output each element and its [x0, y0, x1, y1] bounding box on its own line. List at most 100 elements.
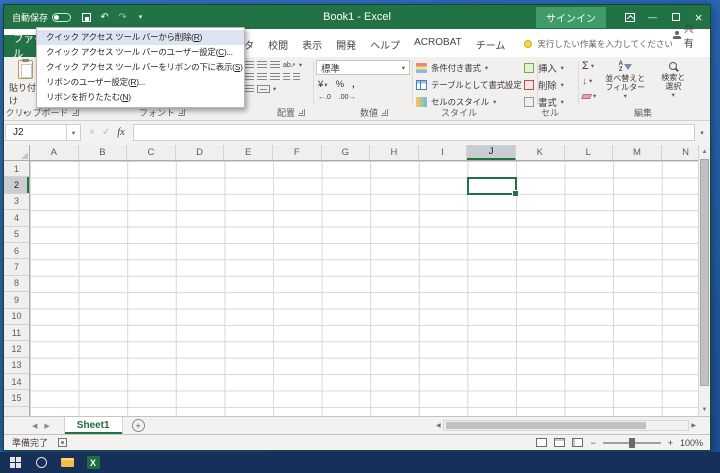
conditional-formatting-button[interactable]: 条件付き書式	[416, 60, 529, 75]
row-header-1[interactable]: 1	[4, 161, 29, 177]
decrease-decimal-button[interactable]	[339, 94, 356, 101]
save-button[interactable]	[78, 8, 95, 26]
close-button[interactable]	[687, 5, 710, 29]
vertical-scrollbar-thumb[interactable]	[700, 159, 709, 386]
clear-button[interactable]	[582, 90, 596, 102]
row-header-6[interactable]: 6	[4, 243, 29, 259]
sign-in-button[interactable]: サインイン	[536, 7, 606, 28]
column-header-M[interactable]: M	[613, 145, 662, 160]
wrap-text-icon[interactable]	[244, 85, 254, 93]
row-header-9[interactable]: 9	[4, 292, 29, 308]
scroll-left-icon[interactable]	[436, 422, 441, 429]
column-header-G[interactable]: G	[322, 145, 371, 160]
autosum-button[interactable]	[582, 60, 596, 72]
sort-filter-button[interactable]: AZ 並べ替えと フィルター	[602, 60, 648, 102]
column-header-E[interactable]: E	[224, 145, 273, 160]
align-bottom-icon[interactable]	[270, 61, 280, 69]
formula-input[interactable]	[133, 124, 695, 141]
decrease-indent-icon[interactable]	[283, 73, 290, 81]
normal-view-button[interactable]	[536, 438, 547, 447]
increase-indent-icon[interactable]	[293, 73, 300, 81]
row-header-8[interactable]: 8	[4, 276, 29, 292]
column-header-F[interactable]: F	[273, 145, 322, 160]
column-header-B[interactable]: B	[79, 145, 128, 160]
select-all-corner[interactable]	[4, 145, 30, 161]
row-header-12[interactable]: 12	[4, 341, 29, 357]
dialog-launcher-icon[interactable]	[298, 109, 305, 116]
comma-format-button[interactable]	[352, 79, 355, 90]
sheet-next-icon[interactable]	[44, 422, 49, 430]
find-select-button[interactable]: 検索と 選択	[654, 60, 692, 102]
row-header-15[interactable]: 15	[4, 390, 29, 406]
maximize-button[interactable]	[664, 5, 687, 29]
qat-menu-item[interactable]: リボンのユーザー設定(R)...	[37, 75, 244, 90]
taskbar-start-icon[interactable]	[2, 452, 28, 473]
zoom-slider[interactable]	[603, 442, 661, 444]
zoom-in-button[interactable]	[668, 438, 673, 448]
fill-button[interactable]	[582, 75, 596, 87]
column-header-J[interactable]: J	[467, 145, 516, 160]
merge-center-button[interactable]	[257, 85, 270, 93]
percent-format-button[interactable]	[336, 79, 344, 90]
scroll-right-icon[interactable]	[691, 422, 696, 429]
column-header-I[interactable]: I	[419, 145, 468, 160]
align-middle-icon[interactable]	[257, 61, 267, 69]
ribbon-tab-表示[interactable]: 表示	[295, 32, 329, 57]
dialog-launcher-icon[interactable]	[72, 109, 79, 116]
ribbon-display-options-button[interactable]	[618, 5, 641, 29]
sheet-tab-sheet1[interactable]: Sheet1	[64, 417, 123, 434]
insert-function-button[interactable]: fx	[117, 127, 125, 138]
cell-grid[interactable]	[30, 161, 698, 416]
enter-icon[interactable]	[102, 127, 110, 138]
number-format-select[interactable]: 標準	[316, 60, 410, 75]
ribbon-tab-ACROBAT[interactable]: ACROBAT	[407, 32, 469, 57]
dialog-launcher-icon[interactable]	[381, 109, 388, 116]
tell-me-search[interactable]: 実行したい作業を入力してください	[524, 38, 673, 57]
vertical-scrollbar[interactable]	[698, 145, 710, 416]
row-header-4[interactable]: 4	[4, 210, 29, 226]
horizontal-scrollbar-track[interactable]	[443, 420, 690, 431]
selected-cell-J2[interactable]	[467, 177, 517, 195]
row-header-5[interactable]: 5	[4, 227, 29, 243]
customize-quick-access-toolbar-button[interactable]	[132, 8, 149, 26]
horizontal-scrollbar-thumb[interactable]	[446, 422, 646, 429]
qat-menu-item[interactable]: リボンを折りたたむ(N)	[37, 90, 244, 105]
autosave-toggle-icon[interactable]	[52, 13, 71, 22]
cancel-icon[interactable]	[89, 127, 95, 138]
zoom-out-button[interactable]	[590, 438, 595, 448]
macro-record-icon[interactable]	[58, 438, 67, 447]
align-left-icon[interactable]	[244, 73, 254, 81]
row-header-10[interactable]: 10	[4, 309, 29, 325]
sheet-prev-icon[interactable]	[32, 422, 37, 430]
page-layout-view-button[interactable]	[554, 438, 565, 447]
name-box[interactable]: J2	[5, 124, 67, 141]
taskbar-excel-icon[interactable]	[80, 452, 106, 473]
insert-cells-button[interactable]: 挿入	[524, 60, 564, 75]
format-button[interactable]: 書式	[524, 94, 564, 109]
row-header-11[interactable]: 11	[4, 325, 29, 341]
column-header-D[interactable]: D	[176, 145, 225, 160]
redo-button[interactable]	[114, 8, 131, 26]
page-break-view-button[interactable]	[572, 438, 583, 447]
align-top-icon[interactable]	[244, 61, 254, 69]
new-sheet-button[interactable]	[132, 419, 145, 432]
formula-bar-expand-button[interactable]	[695, 129, 709, 137]
autosave-control[interactable]: 自動保存	[12, 11, 71, 24]
ribbon-tab-校閲[interactable]: 校閲	[261, 32, 295, 57]
qat-menu-item[interactable]: クイック アクセス ツール バーから削除(R)	[37, 30, 244, 45]
ribbon-tab-チーム[interactable]: チーム	[469, 32, 513, 57]
ribbon-tab-開発[interactable]: 開発	[329, 32, 363, 57]
delete-cells-button[interactable]: 削除	[524, 77, 564, 92]
qat-menu-item[interactable]: クイック アクセス ツール バーをリボンの下に表示(S)	[37, 60, 244, 75]
column-header-N[interactable]: N	[662, 145, 698, 160]
scroll-down-icon[interactable]	[699, 403, 710, 416]
column-header-A[interactable]: A	[30, 145, 79, 160]
minimize-button[interactable]	[641, 5, 664, 29]
ribbon-tab-ヘルプ[interactable]: ヘルプ	[363, 32, 407, 57]
format-as-table-button[interactable]: テーブルとして書式設定	[416, 77, 529, 92]
taskbar-search-icon[interactable]	[28, 452, 54, 473]
scroll-up-icon[interactable]	[699, 145, 710, 158]
increase-decimal-button[interactable]	[318, 94, 331, 101]
cell-styles-button[interactable]: セルのスタイル	[416, 94, 529, 109]
align-right-icon[interactable]	[270, 73, 280, 81]
